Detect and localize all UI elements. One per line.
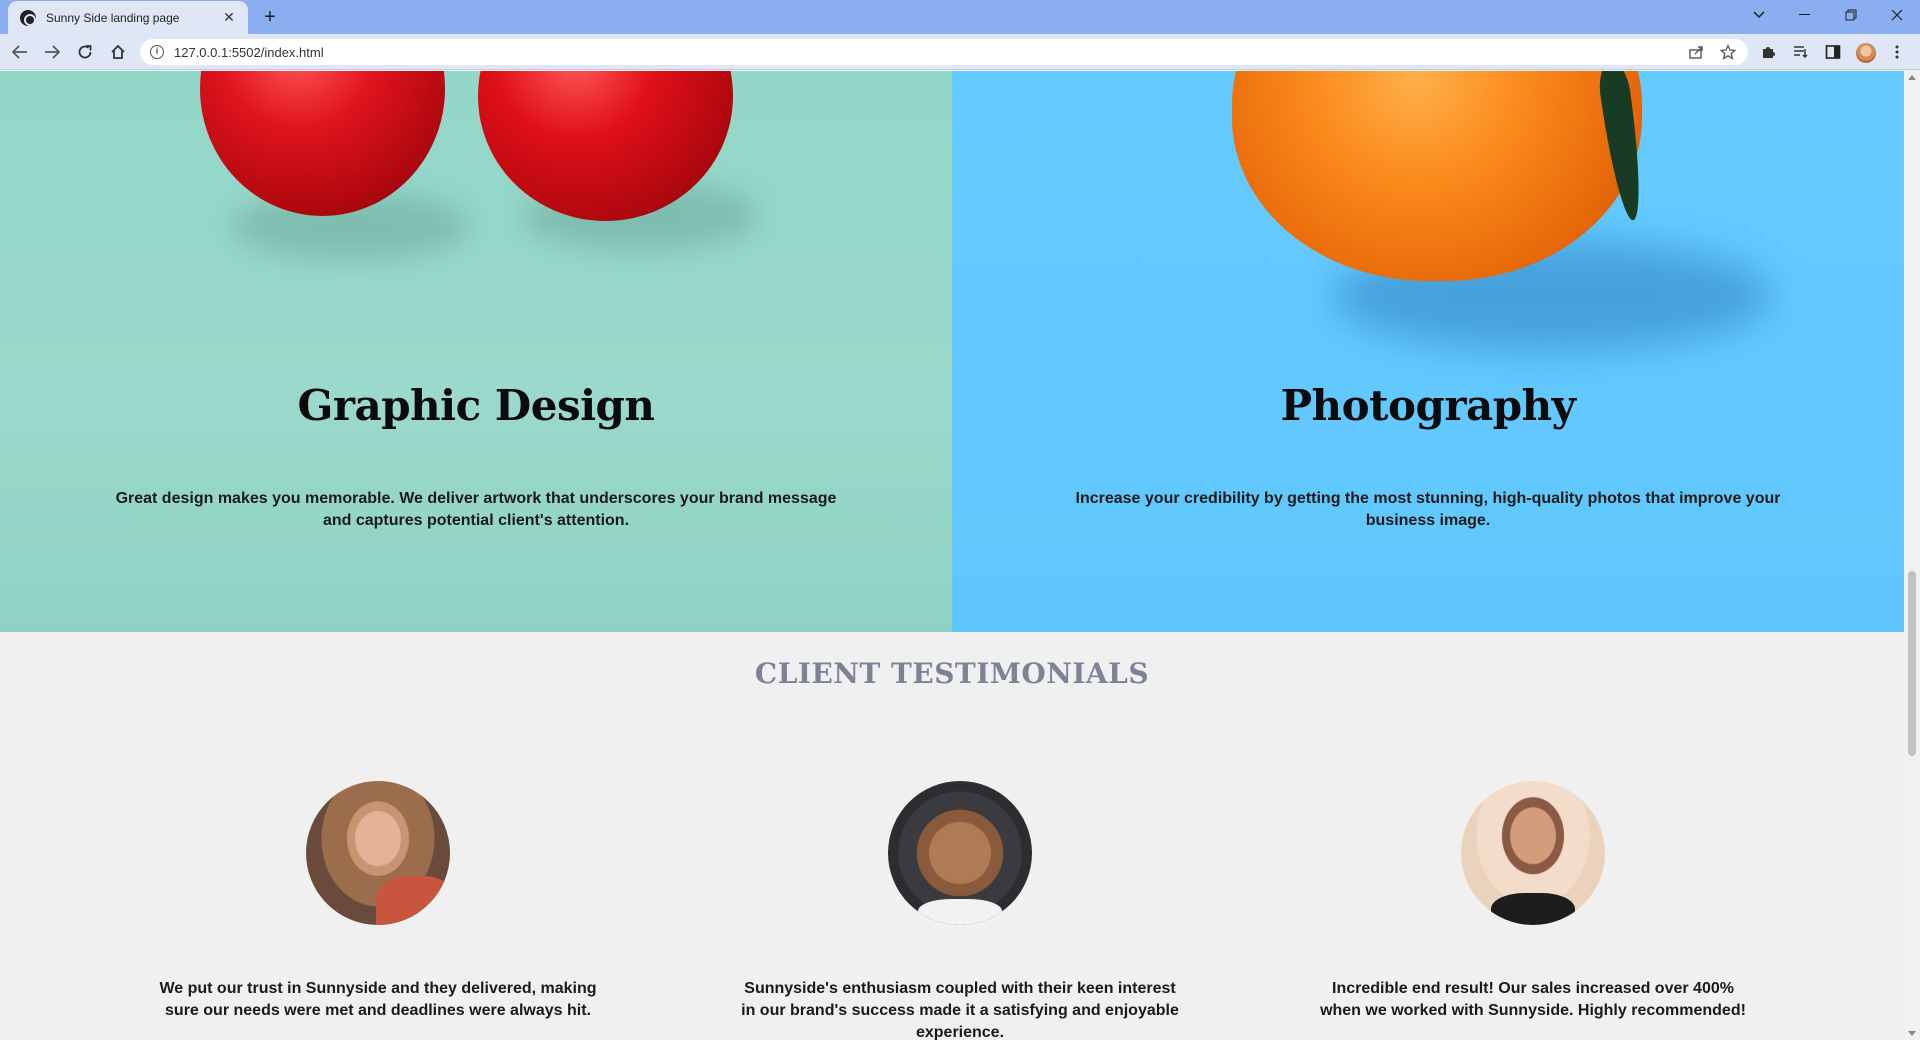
address-bar[interactable]: i 127.0.0.1:5502/index.html xyxy=(140,39,1748,65)
testimonials-heading: CLIENT TESTIMONIALS xyxy=(754,657,1150,690)
testimonial-quote: Incredible end result! Our sales increas… xyxy=(1320,980,1746,1019)
new-tab-button[interactable]: + xyxy=(258,5,282,29)
scroll-up-arrow-icon[interactable] xyxy=(1908,75,1916,80)
back-arrow-icon[interactable] xyxy=(8,40,32,64)
tab-active[interactable]: Sunny Side landing page ✕ xyxy=(8,1,248,34)
cherry-image xyxy=(200,71,445,216)
page-viewport: Graphic Design Great design makes you me… xyxy=(0,71,1904,1040)
bookmark-star-icon[interactable] xyxy=(1719,43,1737,64)
url-text: 127.0.0.1:5502/index.html xyxy=(174,44,324,60)
extensions-puzzle-icon[interactable] xyxy=(1758,42,1778,62)
profile-avatar[interactable] xyxy=(1856,43,1876,63)
testimonial-card: Sunnyside's enthusiasm coupled with thei… xyxy=(700,781,1220,1040)
testimonial-card: Incredible end result! Our sales increas… xyxy=(1273,781,1793,1022)
forward-arrow-icon[interactable] xyxy=(40,40,64,64)
testimonial-quote: Sunnyside's enthusiasm coupled with thei… xyxy=(741,980,1179,1040)
tab-title: Sunny Side landing page xyxy=(46,10,180,25)
client-avatar xyxy=(306,781,450,925)
reading-list-icon[interactable] xyxy=(1791,42,1811,62)
vertical-scrollbar[interactable] xyxy=(1904,71,1920,1040)
site-info-icon[interactable]: i xyxy=(150,45,164,59)
graphic-design-section: Graphic Design Great design makes you me… xyxy=(0,71,952,632)
globe-icon xyxy=(20,9,36,26)
feature-text: Increase your credibility by getting the… xyxy=(1075,490,1781,529)
scroll-thumb[interactable] xyxy=(1908,571,1916,756)
side-panel-icon[interactable] xyxy=(1823,42,1843,62)
minimize-button[interactable] xyxy=(1782,0,1828,30)
tab-strip: Sunny Side landing page ✕ + xyxy=(0,0,1920,34)
reload-icon[interactable] xyxy=(73,40,97,64)
share-icon[interactable] xyxy=(1688,44,1704,64)
home-icon[interactable] xyxy=(106,40,130,64)
close-window-button[interactable] xyxy=(1874,0,1920,30)
more-menu-icon[interactable] xyxy=(1887,42,1907,62)
feature-text: Great design makes you memorable. We del… xyxy=(115,490,837,529)
feature-title: Photography xyxy=(1280,381,1576,430)
client-avatar xyxy=(1461,781,1605,925)
client-avatar xyxy=(888,781,1032,925)
scroll-down-arrow-icon[interactable] xyxy=(1908,1031,1916,1036)
restore-button[interactable] xyxy=(1828,0,1874,30)
close-tab-icon[interactable]: ✕ xyxy=(220,9,238,26)
feature-title: Graphic Design xyxy=(297,381,655,430)
testimonial-quote: We put our trust in Sunnyside and they d… xyxy=(159,980,597,1019)
browser-toolbar: i 127.0.0.1:5502/index.html xyxy=(0,34,1920,70)
photography-section: Photography Increase your credibility by… xyxy=(952,71,1904,632)
tab-search-icon[interactable] xyxy=(1736,0,1782,30)
testimonial-card: We put our trust in Sunnyside and they d… xyxy=(118,781,638,1022)
